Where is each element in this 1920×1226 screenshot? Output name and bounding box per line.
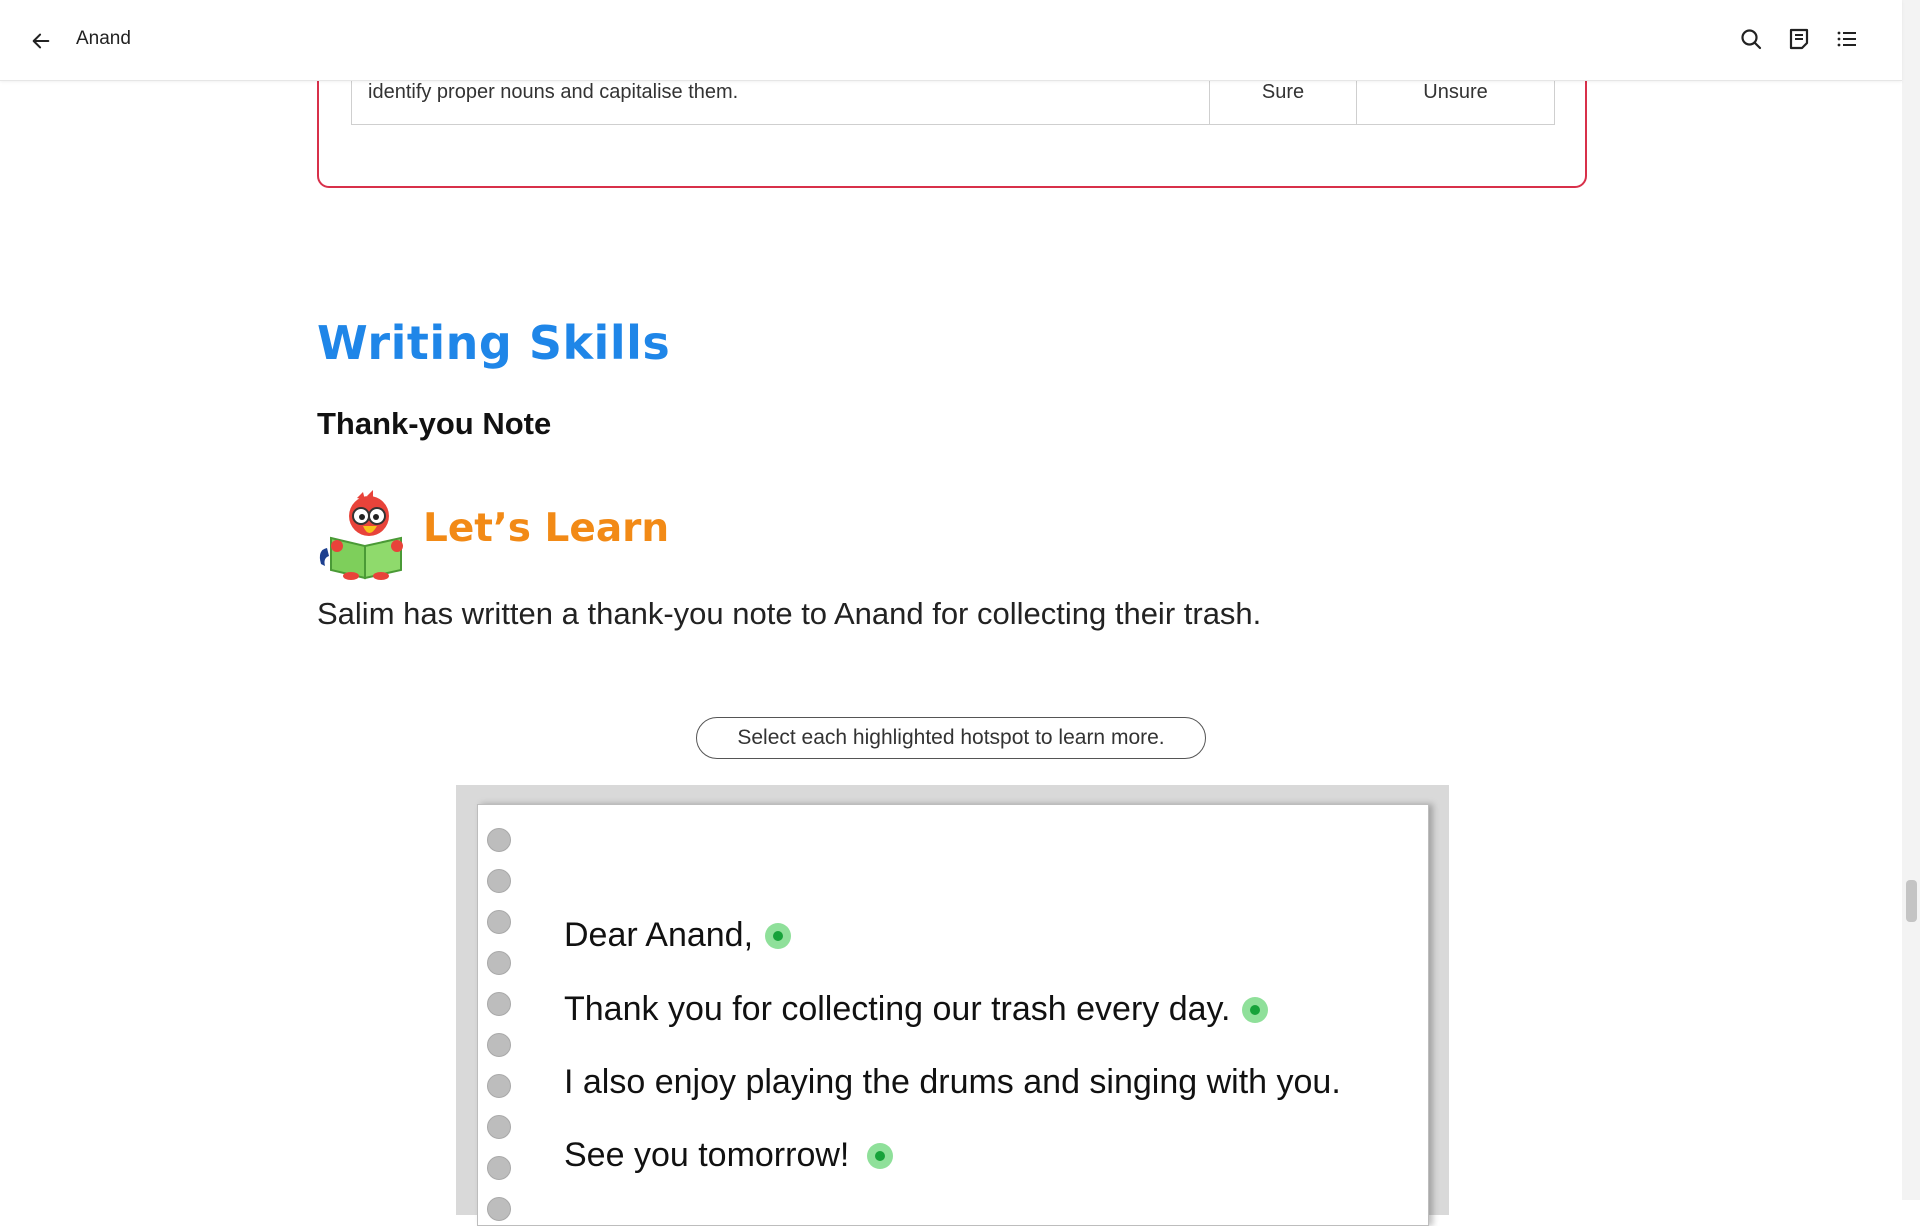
notes-button[interactable]: [1784, 24, 1814, 54]
section-title: Writing Skills: [317, 316, 671, 370]
table-of-contents-button[interactable]: [1832, 24, 1862, 54]
notebook-hole: [487, 1074, 511, 1098]
notebook-hole: [487, 869, 511, 893]
header-actions: [1736, 24, 1862, 54]
hotspot-image-frame: Dear Anand, Thank you for collecting our…: [456, 785, 1449, 1226]
page-title: Anand: [76, 28, 131, 49]
note-line-text: See you tomorrow!: [564, 1136, 850, 1174]
notebook-hole: [487, 1115, 511, 1139]
note-line-text: Dear Anand,: [564, 916, 754, 954]
reading-parrot-icon: [319, 490, 403, 580]
note-line: I also enjoy playing the drums and singi…: [564, 1063, 1341, 1102]
scrollbar-thumb[interactable]: [1906, 880, 1917, 922]
table-of-contents-icon: [1837, 31, 1856, 47]
note-line: Dear Anand,: [564, 916, 792, 955]
hotspot-button[interactable]: [1242, 996, 1269, 1023]
reader-header: Anand: [0, 0, 1902, 81]
notebook-hole: [487, 1197, 511, 1221]
intro-text: Salim has written a thank-you note to An…: [317, 596, 1262, 631]
page-scrollbar[interactable]: [1902, 0, 1920, 1200]
arrow-left-icon: [32, 33, 50, 49]
hotspot-instruction: Select each highlighted hotspot to learn…: [696, 717, 1206, 759]
notes-icon: [1789, 28, 1809, 50]
note-line-text: I also enjoy playing the drums and singi…: [564, 1063, 1341, 1101]
note-line-text: Thank you for collecting our trash every…: [564, 990, 1231, 1028]
section-subtitle: Thank-you Note: [317, 406, 552, 441]
note-line: See you tomorrow!: [564, 1136, 894, 1175]
notebook-hole: [487, 828, 511, 852]
notebook-hole: [487, 951, 511, 975]
reader-content: identify proper nouns and capitalise the…: [0, 0, 1902, 1226]
lets-learn-title: Let’s Learn: [423, 506, 670, 551]
notebook-hole: [487, 992, 511, 1016]
search-button[interactable]: [1736, 24, 1766, 54]
notebook-hole: [487, 1156, 511, 1180]
notebook-hole: [487, 1033, 511, 1057]
back-button[interactable]: [26, 26, 56, 56]
note-line: Thank you for collecting our trash every…: [564, 990, 1269, 1029]
notebook-page: Dear Anand, Thank you for collecting our…: [477, 804, 1429, 1226]
hotspot-button[interactable]: [867, 1142, 894, 1169]
search-icon: [1741, 29, 1762, 50]
notebook-hole: [487, 910, 511, 934]
hotspot-button[interactable]: [765, 922, 792, 949]
